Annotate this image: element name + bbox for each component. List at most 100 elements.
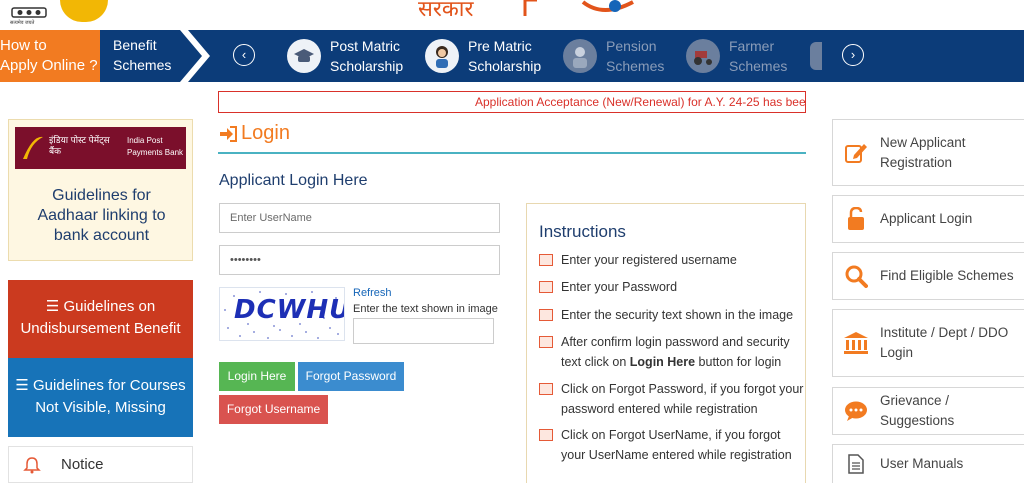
user-manuals-label: User Manuals bbox=[880, 456, 964, 471]
nav-post-matric-scholarship[interactable]: Post Matric Scholarship bbox=[287, 30, 403, 82]
institute-login-line2: Login bbox=[880, 345, 914, 360]
emblem-caption: सत्यमेव जयते bbox=[10, 20, 35, 26]
instruction-item: Enter your registered username bbox=[539, 250, 805, 270]
forgot-username-button[interactable]: Forgot Username bbox=[219, 395, 328, 424]
elderly-person-icon bbox=[563, 39, 597, 73]
list-bullet-icon bbox=[539, 429, 553, 441]
login-heading: Login bbox=[219, 122, 290, 145]
list-bullet-icon bbox=[539, 383, 553, 395]
chat-bubble-icon bbox=[843, 398, 869, 424]
aadhaar-guidelines-line1: Guidelines for bbox=[52, 187, 151, 204]
main-nav-bar: How to Apply Online ? Benefit Schemes ‹ … bbox=[0, 30, 1024, 82]
login-button[interactable]: Login Here bbox=[219, 362, 295, 391]
forgot-password-button[interactable]: Forgot Password bbox=[298, 362, 404, 391]
instructions-panel: Instructions Enter your registered usern… bbox=[526, 203, 806, 483]
username-input[interactable] bbox=[219, 203, 500, 233]
nav-item-label: Scholarship bbox=[468, 58, 542, 74]
announcement-marquee: Application Acceptance (New/Renewal) for… bbox=[218, 91, 806, 113]
nav-item-label: Pre Matric bbox=[468, 38, 532, 54]
instruction-text: Click on Forgot Password, if you forgot … bbox=[561, 382, 804, 416]
user-manuals-link[interactable]: User Manuals bbox=[832, 444, 1024, 483]
find-schemes-label: Find Eligible Schemes bbox=[880, 268, 1014, 283]
instruction-text: Enter your Password bbox=[561, 280, 678, 294]
list-bullet-icon bbox=[539, 254, 553, 266]
ippb-english-line2: Payments Bank bbox=[127, 148, 184, 157]
nav-farmer-schemes[interactable]: Farmer Schemes bbox=[686, 30, 787, 82]
nav-item-label: Scholarship bbox=[330, 58, 404, 74]
captcha-image: DCWHU bbox=[219, 287, 345, 341]
student-icon bbox=[425, 39, 459, 73]
top-header: सत्यमेव जयते सरकार bbox=[0, 0, 1024, 30]
courses-guidelines-line2: Not Visible, Missing bbox=[35, 399, 166, 416]
login-divider bbox=[218, 152, 806, 154]
instructions-heading: Instructions bbox=[539, 222, 626, 241]
instruction-text: Enter your registered username bbox=[561, 253, 737, 267]
search-icon bbox=[843, 263, 869, 289]
how-to-apply-line2: Apply Online ? bbox=[0, 57, 98, 74]
graduation-cap-icon bbox=[287, 39, 321, 73]
undisbursement-guidelines-link[interactable]: ☰ Guidelines on Undisbursement Benefit bbox=[8, 280, 193, 358]
login-heading-text: Login bbox=[241, 122, 290, 144]
captcha-input[interactable] bbox=[353, 318, 494, 344]
instruction-item: Enter your Password bbox=[539, 277, 805, 297]
ippb-english-line1: India Post bbox=[127, 136, 163, 145]
instruction-item: Click on Forgot Password, if you forgot … bbox=[539, 379, 805, 419]
bell-icon bbox=[23, 456, 41, 473]
partial-nav-icon bbox=[810, 42, 822, 70]
nav-pre-matric-scholarship[interactable]: Pre Matric Scholarship bbox=[425, 30, 541, 82]
announcement-text: Application Acceptance (New/Renewal) for… bbox=[475, 95, 806, 109]
sign-in-icon bbox=[220, 125, 237, 142]
aadhaar-guidelines-line3: bank account bbox=[53, 227, 150, 244]
ippb-logo: इंडिया पोस्ट पेमेंट्स बैंक India Post Pa… bbox=[15, 127, 186, 169]
notice-panel[interactable]: Notice bbox=[8, 446, 193, 483]
how-to-apply-line1: How to bbox=[0, 37, 47, 54]
applicant-login-heading: Applicant Login Here bbox=[219, 172, 368, 189]
site-title: सरकार bbox=[418, 0, 474, 22]
captcha-hint: Enter the text shown in image bbox=[353, 303, 498, 315]
instruction-text: Enter the security text shown in the ima… bbox=[561, 308, 794, 322]
new-registration-line2: Registration bbox=[880, 154, 953, 170]
list-icon: ☰ bbox=[45, 298, 64, 315]
instruction-item: After confirm login password and securit… bbox=[539, 332, 805, 372]
how-to-apply-link[interactable]: How to Apply Online ? bbox=[0, 30, 100, 82]
list-bullet-icon bbox=[539, 309, 553, 321]
list-bullet-icon bbox=[539, 281, 553, 293]
instruction-bold-text: Login Here bbox=[629, 355, 696, 369]
new-applicant-registration-link[interactable]: New Applicant Registration bbox=[832, 119, 1024, 186]
courses-guidelines-line1: Guidelines for Courses bbox=[33, 377, 186, 394]
institute-login-link[interactable]: Institute / Dept / DDO Login bbox=[832, 309, 1024, 377]
list-icon: ☰ bbox=[15, 377, 34, 394]
ippb-bird-icon bbox=[23, 136, 43, 159]
find-eligible-schemes-link[interactable]: Find Eligible Schemes bbox=[832, 252, 1024, 300]
instruction-item: Enter the security text shown in the ima… bbox=[539, 305, 805, 325]
state-seal-icon bbox=[60, 0, 108, 22]
grievance-suggestions-link[interactable]: Grievance / Suggestions bbox=[832, 387, 1024, 435]
refresh-captcha-link[interactable]: Refresh bbox=[353, 287, 392, 299]
captcha-text: DCWHU bbox=[234, 295, 345, 325]
nav-item-label: Schemes bbox=[729, 58, 788, 74]
aadhaar-guidelines-line2: Aadhaar linking to bbox=[37, 207, 166, 224]
carousel-prev-button[interactable]: ‹ bbox=[233, 44, 255, 66]
nav-item-label: Farmer bbox=[729, 38, 775, 54]
undisbursement-line1: Guidelines on bbox=[63, 298, 156, 315]
instruction-text: Click on Forgot UserName, if you forgot … bbox=[561, 428, 792, 462]
password-input[interactable] bbox=[219, 245, 500, 275]
unlock-icon bbox=[843, 206, 869, 232]
applicant-login-link[interactable]: Applicant Login bbox=[832, 195, 1024, 243]
edit-pencil-icon bbox=[843, 140, 869, 166]
undisbursement-line2: Undisbursement Benefit bbox=[20, 320, 181, 337]
carousel-next-button[interactable]: › bbox=[842, 44, 864, 66]
notice-label: Notice bbox=[61, 456, 104, 473]
portal-logo-icon bbox=[523, 0, 634, 16]
aadhaar-guidelines-card[interactable]: इंडिया पोस्ट पेमेंट्स बैंक India Post Pa… bbox=[8, 119, 193, 261]
chevron-right-icon bbox=[180, 30, 210, 82]
nav-pension-schemes[interactable]: Pension Schemes bbox=[563, 30, 664, 82]
tractor-icon bbox=[686, 39, 720, 73]
grievance-label: Grievance / Suggestions bbox=[880, 393, 955, 428]
nav-item-label: Post Matric bbox=[330, 38, 401, 54]
courses-guidelines-link[interactable]: ☰ Guidelines for Courses Not Visible, Mi… bbox=[8, 358, 193, 437]
instruction-text: button for login bbox=[695, 355, 782, 369]
ippb-hindi-name: इंडिया पोस्ट पेमेंट्स बैंक bbox=[49, 135, 110, 156]
document-icon bbox=[843, 451, 869, 477]
institute-login-line1: Institute / Dept / DDO bbox=[880, 325, 1009, 340]
